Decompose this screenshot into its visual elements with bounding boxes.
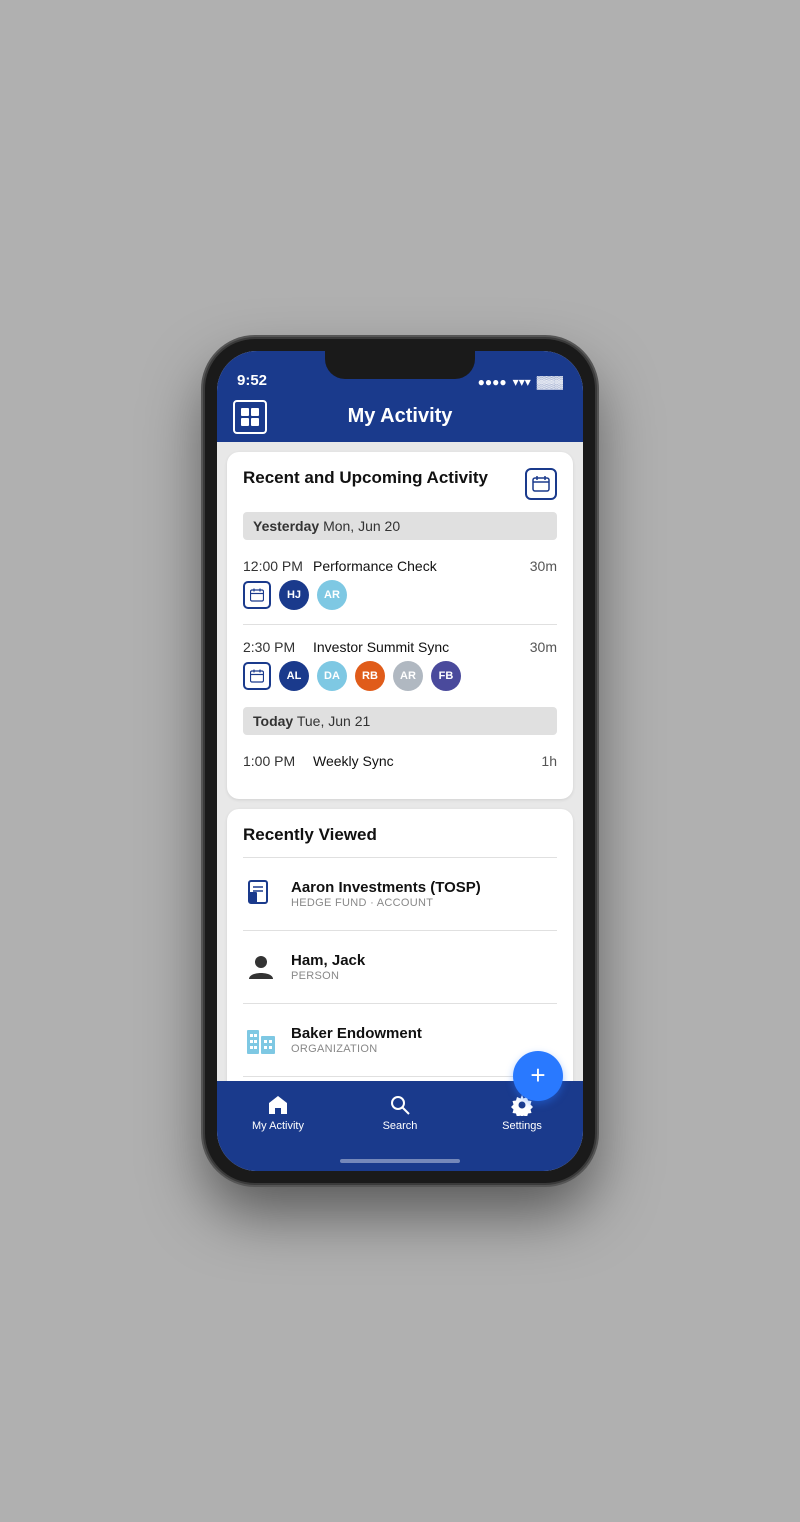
rv-info-aaron: Aaron Investments (TOSP) HEDGE FUND · AC… [291,879,481,909]
nav-label-settings: Settings [502,1120,542,1132]
small-calendar-icon-2 [250,669,264,683]
day-label-yesterday: Yesterday [253,518,319,534]
app-logo [233,400,267,434]
rv-item-baker[interactable]: Baker Endowment ORGANIZATION [243,1010,557,1070]
wifi-icon: ▾▾▾ [513,375,531,389]
event-name-2: Investor Summit Sync [313,639,530,655]
home-indicator [217,1151,583,1171]
event-time-1: 12:00 PM [243,558,313,574]
activity-card: Recent and Upcoming Activity Yesterday M… [227,452,573,799]
battery-icon: ▓▓▓ [537,375,563,389]
nav-icon-search [388,1093,412,1117]
nav-icon-home [266,1093,290,1117]
notch [325,351,475,379]
event-duration-3: 1h [541,753,557,769]
rv-icon-document [243,876,279,912]
event-cal-icon-2 [243,662,271,690]
search-icon [389,1094,411,1116]
day-label-today: Today [253,713,293,729]
rv-type-ham: PERSON [291,970,365,982]
event-time-2: 2:30 PM [243,639,313,655]
avatar-hj: HJ [279,580,309,610]
avatar-ar-1: AR [317,580,347,610]
day-date-yesterday: Mon, Jun 20 [323,518,400,534]
event-performance-check[interactable]: 12:00 PM Performance Check 30m [243,550,557,618]
rv-name-baker: Baker Endowment [291,1025,422,1042]
signal-icon: ●●●● [478,375,507,389]
calendar-button[interactable] [525,468,557,500]
rv-type-aaron: HEDGE FUND · ACCOUNT [291,897,481,909]
day-date-today: Tue, Jun 21 [297,713,370,729]
person-icon-1 [245,951,277,983]
fab-button[interactable]: + [513,1051,563,1101]
main-content: Recent and Upcoming Activity Yesterday M… [217,442,583,1081]
logo-icon [239,406,261,428]
rv-type-baker: ORGANIZATION [291,1043,422,1055]
event-duration-2: 30m [530,639,557,655]
day-header-today: Today Tue, Jun 21 [243,707,557,735]
avatar-fb: FB [431,661,461,691]
event-row-3: 1:00 PM Weekly Sync 1h [243,753,557,769]
rv-divider-0 [243,857,557,858]
small-calendar-icon [250,588,264,602]
rv-divider-1 [243,930,557,931]
rv-name-aaron: Aaron Investments (TOSP) [291,879,481,896]
building-icon [245,1022,277,1058]
event-time-3: 1:00 PM [243,753,313,769]
app-header: My Activity [217,395,583,442]
rv-name-ham: Ham, Jack [291,952,365,969]
calendar-icon [532,475,550,493]
event-icons-2: AL DA RB AR FB [243,661,557,691]
nav-item-search[interactable]: Search [339,1093,461,1132]
rv-item-aaron[interactable]: Aaron Investments (TOSP) HEDGE FUND · AC… [243,864,557,924]
divider-1 [243,624,557,625]
status-time: 9:52 [237,372,267,389]
page-title: My Activity [348,405,453,428]
document-icon [245,878,277,910]
event-row-1: 12:00 PM Performance Check 30m [243,558,557,574]
fab-icon: + [530,1062,545,1088]
day-header-yesterday: Yesterday Mon, Jun 20 [243,512,557,540]
nav-label-activity: My Activity [252,1120,304,1132]
event-duration-1: 30m [530,558,557,574]
avatar-da: DA [317,661,347,691]
rv-divider-2 [243,1003,557,1004]
event-cal-icon-1 [243,581,271,609]
event-name-3: Weekly Sync [313,753,541,769]
rv-info-baker: Baker Endowment ORGANIZATION [291,1025,422,1055]
rv-item-ham[interactable]: Ham, Jack PERSON [243,937,557,997]
phone-frame: 9:52 ●●●● ▾▾▾ ▓▓▓ My Activity [205,339,595,1183]
avatar-al: AL [279,661,309,691]
home-icon [267,1094,289,1116]
nav-item-activity[interactable]: My Activity [217,1093,339,1132]
phone-screen: 9:52 ●●●● ▾▾▾ ▓▓▓ My Activity [217,351,583,1171]
rv-icon-building [243,1022,279,1058]
event-icons-1: HJ AR [243,580,557,610]
rv-divider-3 [243,1076,557,1077]
activity-card-title: Recent and Upcoming Activity [243,468,488,488]
home-bar [340,1159,460,1163]
event-row-2: 2:30 PM Investor Summit Sync 30m [243,639,557,655]
event-investor-summit[interactable]: 2:30 PM Investor Summit Sync 30m [243,631,557,699]
status-icons: ●●●● ▾▾▾ ▓▓▓ [478,375,563,389]
rv-icon-person-1 [243,949,279,985]
recently-viewed-title: Recently Viewed [243,825,557,845]
rv-info-ham: Ham, Jack PERSON [291,952,365,982]
nav-item-settings[interactable]: Settings [461,1093,583,1132]
activity-card-header: Recent and Upcoming Activity [243,468,557,500]
event-weekly-sync[interactable]: 1:00 PM Weekly Sync 1h [243,745,557,783]
event-name-1: Performance Check [313,558,530,574]
nav-label-search: Search [383,1120,418,1132]
avatar-rb: RB [355,661,385,691]
avatar-ar-2: AR [393,661,423,691]
recently-viewed-card: Recently Viewed Aaron Investments (TOSP) [227,809,573,1081]
